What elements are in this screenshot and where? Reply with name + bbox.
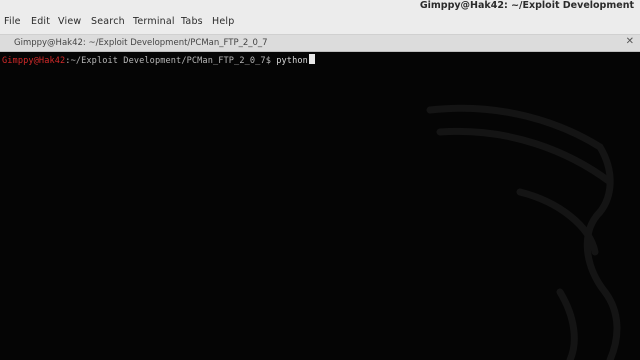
- menu-file[interactable]: File: [4, 16, 21, 27]
- tab-bar: Gimppy@Hak42: ~/Exploit Development/PCMa…: [0, 35, 640, 52]
- prompt-path: :~/Exploit Development/PCMan_FTP_2_0_7$: [65, 56, 271, 66]
- menu-search[interactable]: Search: [91, 16, 125, 27]
- menu-bar: File Edit View Search Terminal Tabs Help…: [0, 0, 640, 35]
- prompt-user: Gimppy@Hak42: [2, 56, 66, 66]
- menu-view[interactable]: View: [58, 16, 81, 27]
- window-title: Gimppy@Hak42: ~/Exploit Development: [419, 0, 634, 11]
- tab-terminal-session[interactable]: Gimppy@Hak42: ~/Exploit Development/PCMa…: [14, 38, 268, 48]
- prompt-line: Gimppy@Hak42:~/Exploit Development/PCMan…: [2, 54, 315, 66]
- terminal-output[interactable]: Gimppy@Hak42:~/Exploit Development/PCMan…: [0, 52, 640, 360]
- menu-help[interactable]: Help: [212, 16, 234, 27]
- dragon-watermark-icon: [426, 104, 621, 360]
- typed-command: python: [270, 56, 308, 66]
- menu-tabs[interactable]: Tabs: [181, 16, 203, 27]
- menu-edit[interactable]: Edit: [31, 16, 50, 27]
- text-cursor: [308, 54, 315, 64]
- close-icon[interactable]: ✕: [626, 36, 634, 47]
- menu-terminal[interactable]: Terminal: [133, 16, 175, 27]
